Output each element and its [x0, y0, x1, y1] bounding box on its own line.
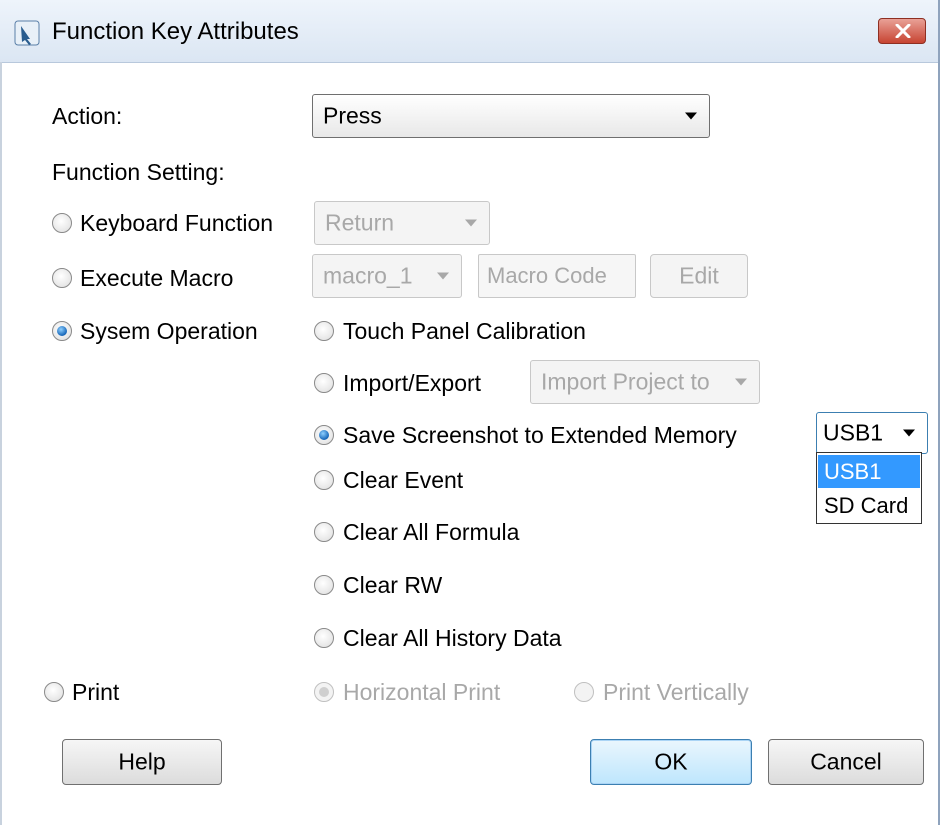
- print-radio[interactable]: [44, 682, 64, 702]
- ok-button[interactable]: OK: [590, 739, 752, 785]
- horizontal-print-radio[interactable]: [314, 682, 334, 702]
- clear-event-label: Clear Event: [343, 467, 464, 493]
- action-select[interactable]: Press: [312, 94, 710, 138]
- clear-rw-radio[interactable]: [314, 575, 334, 595]
- clear-rw-label: Clear RW: [343, 572, 443, 598]
- print-label: Print: [72, 679, 120, 705]
- keyboard-function-label: Keyboard Function: [80, 210, 274, 236]
- execute-macro-label: Execute Macro: [80, 265, 234, 291]
- print-vertically-label: Print Vertically: [603, 679, 749, 705]
- save-screenshot-radio[interactable]: [314, 425, 334, 445]
- clear-all-history-radio[interactable]: [314, 628, 334, 648]
- macro-code-value: Macro Code: [487, 263, 607, 288]
- window-title: Function Key Attributes: [52, 18, 299, 45]
- help-button-label: Help: [118, 748, 166, 775]
- chevron-down-icon: [685, 112, 697, 120]
- import-export-value: Import Project to: [541, 368, 710, 395]
- action-label: Action:: [52, 103, 123, 129]
- memory-dropdown-list: USB1 SD Card: [816, 452, 922, 524]
- close-button[interactable]: [878, 18, 926, 44]
- touch-panel-calibration-radio[interactable]: [314, 321, 334, 341]
- app-icon: [14, 20, 40, 46]
- execute-macro-radio[interactable]: [52, 268, 72, 288]
- keyboard-function-radio[interactable]: [52, 213, 72, 233]
- cancel-button-label: Cancel: [810, 748, 882, 775]
- memory-select[interactable]: USB1: [816, 412, 928, 454]
- horizontal-print-label: Horizontal Print: [343, 679, 501, 705]
- action-select-value: Press: [323, 102, 382, 129]
- window-border: [0, 62, 2, 825]
- chevron-down-icon: [735, 378, 747, 386]
- import-export-label: Import/Export: [343, 370, 482, 396]
- keyboard-function-value: Return: [325, 209, 395, 236]
- memory-option-usb1[interactable]: USB1: [818, 455, 920, 488]
- macro-select-value: macro_1: [323, 262, 413, 289]
- memory-option-sd-card[interactable]: SD Card: [818, 489, 920, 522]
- memory-select-value: USB1: [823, 419, 884, 446]
- macro-code-field[interactable]: Macro Code: [478, 254, 636, 298]
- edit-macro-button[interactable]: Edit: [650, 254, 748, 298]
- help-button[interactable]: Help: [62, 739, 222, 785]
- edit-macro-button-label: Edit: [679, 262, 719, 289]
- title-bar[interactable]: Function Key Attributes: [0, 0, 940, 63]
- import-export-radio[interactable]: [314, 373, 334, 393]
- macro-select[interactable]: macro_1: [312, 254, 462, 298]
- cancel-button[interactable]: Cancel: [768, 739, 924, 785]
- print-vertically-radio[interactable]: [574, 682, 594, 702]
- memory-option-label: USB1: [824, 458, 882, 484]
- keyboard-function-select[interactable]: Return: [314, 201, 490, 245]
- import-export-select[interactable]: Import Project to: [530, 360, 760, 404]
- clear-all-history-label: Clear All History Data: [343, 625, 562, 651]
- function-key-attributes-dialog: Function Key Attributes Action: Press Fu…: [0, 0, 940, 825]
- system-operation-label: Sysem Operation: [80, 318, 258, 344]
- close-icon: [895, 24, 911, 38]
- system-operation-radio[interactable]: [52, 321, 72, 341]
- clear-all-formula-radio[interactable]: [314, 522, 334, 542]
- chevron-down-icon: [465, 219, 477, 227]
- memory-option-label: SD Card: [824, 492, 909, 518]
- ok-button-label: OK: [654, 748, 688, 775]
- save-screenshot-label: Save Screenshot to Extended Memory: [343, 422, 737, 448]
- clear-all-formula-label: Clear All Formula: [343, 519, 520, 545]
- clear-event-radio[interactable]: [314, 470, 334, 490]
- chevron-down-icon: [903, 429, 915, 437]
- touch-panel-calibration-label: Touch Panel Calibration: [343, 318, 586, 344]
- chevron-down-icon: [437, 272, 449, 280]
- function-setting-label: Function Setting:: [52, 159, 225, 185]
